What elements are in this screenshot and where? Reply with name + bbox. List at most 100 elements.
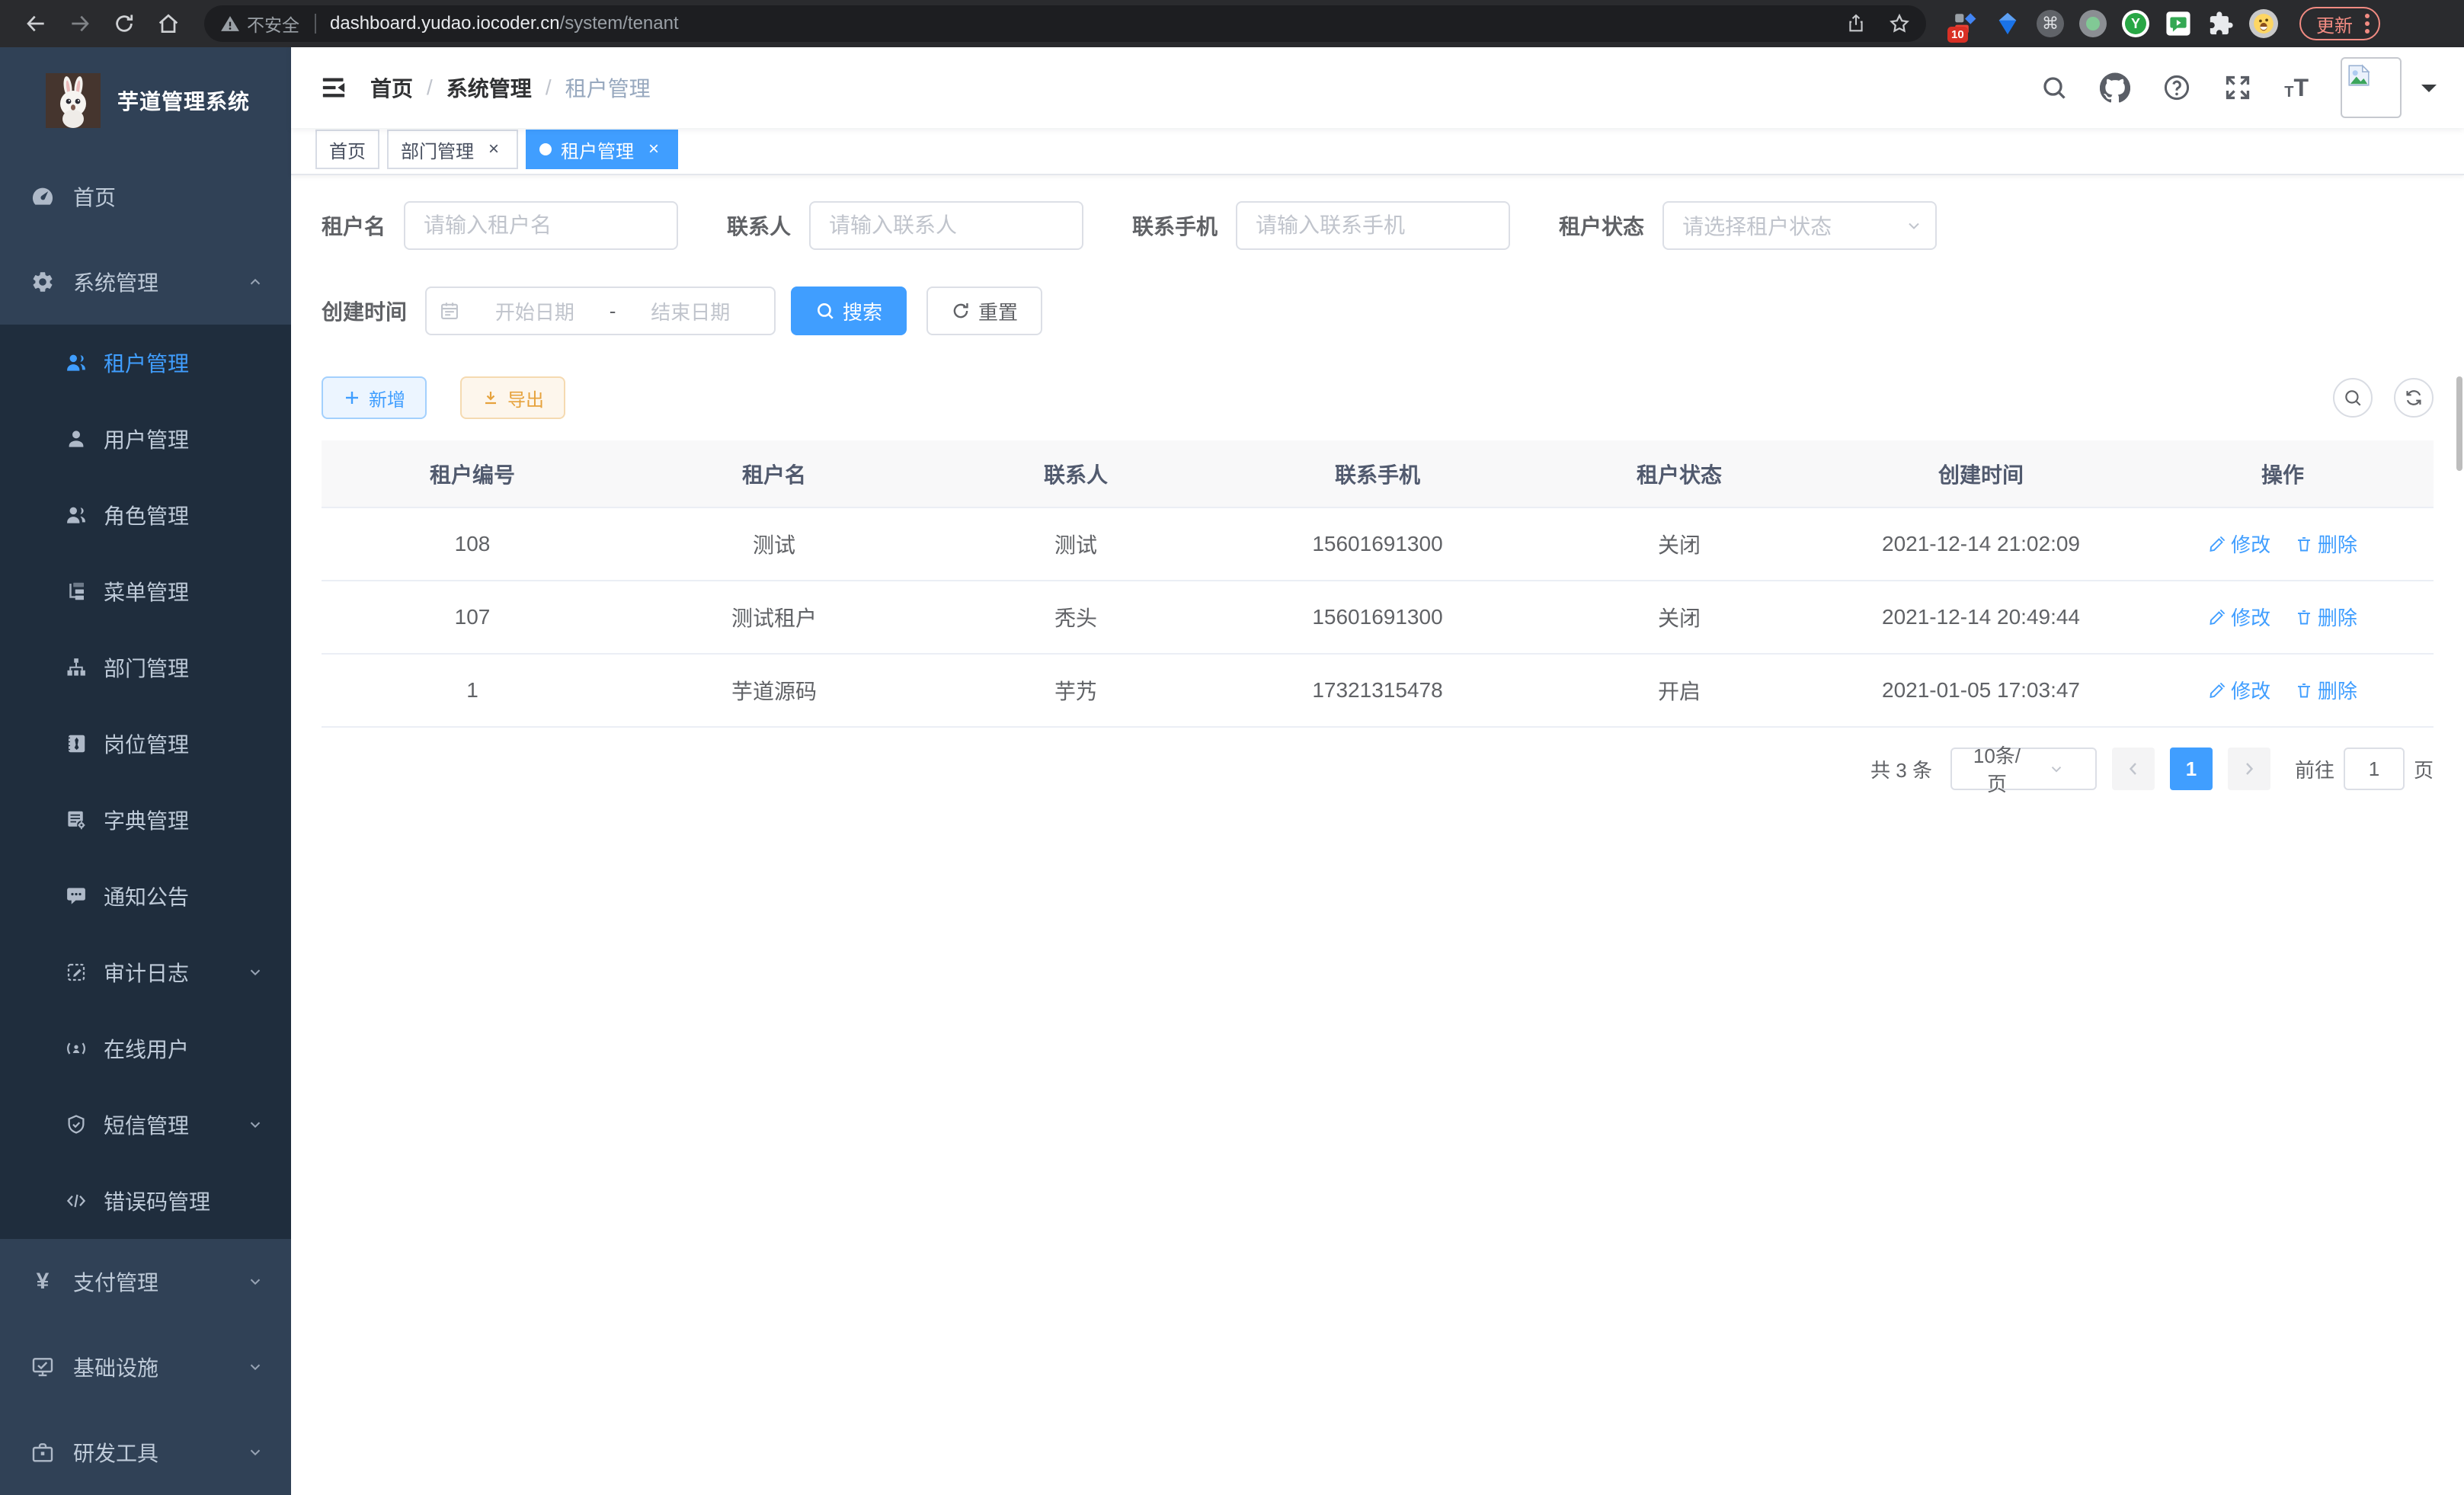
tab-label: 首页 xyxy=(329,136,366,163)
avatar-dropdown-caret-icon[interactable] xyxy=(2421,85,2437,100)
tenant-users-icon xyxy=(64,351,88,375)
chat-extension-icon[interactable] xyxy=(2164,9,2193,38)
page-size-select[interactable]: 10条/页 xyxy=(1950,748,2097,790)
sidebar-item-label: 支付管理 xyxy=(73,1266,158,1297)
sidebar-item-dict[interactable]: 字典管理 xyxy=(0,782,291,858)
sidebar-item-menu[interactable]: 菜单管理 xyxy=(0,553,291,629)
trash-icon xyxy=(2295,681,2313,699)
sidebar-item-label: 字典管理 xyxy=(104,805,189,835)
user-avatar[interactable] xyxy=(2341,57,2402,118)
tab-close-icon[interactable]: × xyxy=(643,139,664,160)
browser-forward-button[interactable] xyxy=(59,5,101,42)
sidebar-item-audit-log[interactable]: 审计日志 xyxy=(0,934,291,1010)
col-status: 租户状态 xyxy=(1528,440,1830,507)
sidebar-item-user[interactable]: 用户管理 xyxy=(0,401,291,477)
filter-row-2: 创建时间 开始日期 - 结束日期 xyxy=(322,287,2434,335)
search-button[interactable]: 搜索 xyxy=(791,287,907,335)
status-select[interactable]: 请选择租户状态 xyxy=(1662,201,1937,250)
cell-mobile: 15601691300 xyxy=(1227,507,1528,581)
edit-link[interactable]: 修改 xyxy=(2208,603,2270,631)
sidebar-item-role[interactable]: 角色管理 xyxy=(0,477,291,553)
add-button[interactable]: 新增 xyxy=(322,376,427,419)
delete-link[interactable]: 删除 xyxy=(2295,530,2357,558)
browser-home-button[interactable] xyxy=(148,5,189,42)
bookmark-star-icon[interactable] xyxy=(1888,12,1911,35)
filter-status: 租户状态 请选择租户状态 xyxy=(1559,201,1937,250)
mobile-input[interactable] xyxy=(1236,201,1510,250)
sidebar-item-dept[interactable]: 部门管理 xyxy=(0,629,291,706)
sidebar-collapse-icon[interactable] xyxy=(318,72,349,103)
table-toolbar: 新增 导出 xyxy=(322,376,2434,419)
export-button[interactable]: 导出 xyxy=(460,376,565,419)
edit-icon xyxy=(2208,681,2226,699)
table-row: 107 测试租户 秃头 15601691300 关闭 2021-12-14 20… xyxy=(322,581,2434,654)
breadcrumb-home[interactable]: 首页 xyxy=(370,72,413,103)
cell-actions: 修改 删除 xyxy=(2132,581,2434,654)
contact-input[interactable] xyxy=(809,201,1083,250)
sidebar-item-post[interactable]: 岗位管理 xyxy=(0,706,291,782)
date-range-picker[interactable]: 开始日期 - 结束日期 xyxy=(425,287,776,335)
sidebar-item-tenant[interactable]: 租户管理 xyxy=(0,325,291,401)
table-header-row: 租户编号 租户名 联系人 联系手机 租户状态 创建时间 操作 xyxy=(322,440,2434,507)
page-number-button[interactable]: 1 xyxy=(2170,748,2213,790)
page-unit-label: 页 xyxy=(2414,755,2434,783)
browser-menu-icon[interactable] xyxy=(2365,14,2370,34)
table-row: 108 测试 测试 15601691300 关闭 2021-12-14 21:0… xyxy=(322,507,2434,581)
dot-extension-icon[interactable] xyxy=(2078,9,2107,38)
sidebar-item-online-users[interactable]: 在线用户 xyxy=(0,1010,291,1087)
browser-back-button[interactable] xyxy=(15,5,56,42)
sidebar-item-notice[interactable]: 通知公告 xyxy=(0,858,291,934)
edit-link[interactable]: 修改 xyxy=(2208,530,2270,558)
col-actions: 操作 xyxy=(2132,440,2434,507)
chevron-down-icon xyxy=(247,1359,264,1375)
sidebar-item-error-code[interactable]: 错误码管理 xyxy=(0,1163,291,1239)
sidebar-item-label: 基础设施 xyxy=(73,1352,158,1382)
audit-log-icon xyxy=(64,960,88,984)
chevron-down-icon xyxy=(247,1116,264,1133)
share-icon[interactable] xyxy=(1845,13,1867,34)
add-button-label: 新增 xyxy=(369,385,405,411)
extensions-puzzle-icon[interactable] xyxy=(2206,9,2235,38)
header-search-icon[interactable] xyxy=(2040,74,2068,101)
breadcrumb-system[interactable]: 系统管理 xyxy=(446,72,532,103)
logo-rabbit-image xyxy=(46,73,101,128)
scrollbar-thumb[interactable] xyxy=(2456,376,2462,471)
reset-button[interactable]: 重置 xyxy=(926,287,1042,335)
filter-contact: 联系人 xyxy=(727,201,1083,250)
tab-home[interactable]: 首页 xyxy=(315,130,379,169)
delete-link[interactable]: 删除 xyxy=(2295,676,2357,704)
tenant-name-input[interactable] xyxy=(404,201,678,250)
address-bar[interactable]: 不安全 dashboard.yudao.iocoder.cn/system/te… xyxy=(204,5,1926,42)
browser-update-button[interactable]: 更新 xyxy=(2299,7,2380,40)
font-size-icon[interactable]: TT xyxy=(2284,75,2309,100)
select-caret-icon xyxy=(1905,216,1923,235)
y-extension-icon[interactable]: Y xyxy=(2121,9,2150,38)
show-search-toggle-button[interactable] xyxy=(2333,378,2373,418)
browser-reload-button[interactable] xyxy=(104,5,145,42)
tab-tenant[interactable]: 租户管理 × xyxy=(526,130,678,169)
delete-link[interactable]: 删除 xyxy=(2295,603,2357,631)
fullscreen-icon[interactable] xyxy=(2223,73,2252,102)
next-page-button[interactable] xyxy=(2228,748,2270,790)
sidebar-item-home[interactable]: 首页 xyxy=(0,154,291,239)
goto-page-input[interactable] xyxy=(2344,748,2405,790)
sidebar-item-sms[interactable]: 短信管理 xyxy=(0,1087,291,1163)
profile-avatar-icon[interactable] xyxy=(2249,9,2278,38)
tab-dept[interactable]: 部门管理 × xyxy=(387,130,518,169)
tab-label: 租户管理 xyxy=(561,136,634,163)
yen-icon: ¥ xyxy=(30,1269,55,1294)
prev-page-button[interactable] xyxy=(2112,748,2155,790)
diamond-extension-icon[interactable] xyxy=(1993,9,2022,38)
sidebar-item-system[interactable]: 系统管理 xyxy=(0,239,291,325)
tab-close-icon[interactable]: × xyxy=(483,139,504,160)
help-icon[interactable] xyxy=(2162,73,2191,102)
edit-label: 修改 xyxy=(2231,676,2270,704)
sidebar-item-infrastructure[interactable]: 基础设施 xyxy=(0,1324,291,1410)
github-icon[interactable] xyxy=(2100,72,2130,103)
extension-grid-icon[interactable]: 10 xyxy=(1950,9,1979,38)
edit-link[interactable]: 修改 xyxy=(2208,676,2270,704)
sidebar-item-payment[interactable]: ¥ 支付管理 xyxy=(0,1239,291,1324)
refresh-table-button[interactable] xyxy=(2394,378,2434,418)
command-extension-icon[interactable]: ⌘ xyxy=(2036,9,2065,38)
sidebar-item-dev-tools[interactable]: 研发工具 xyxy=(0,1410,291,1495)
